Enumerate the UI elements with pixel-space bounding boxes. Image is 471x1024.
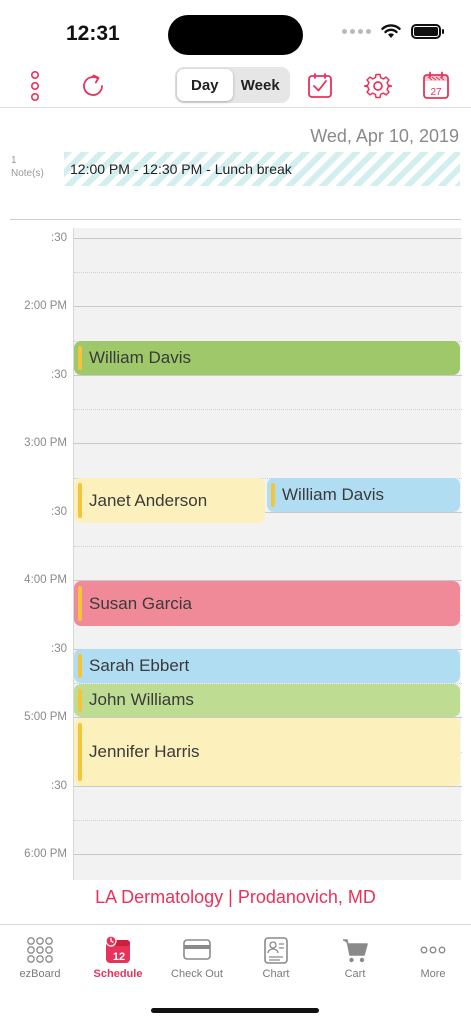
status-time: 12:31 xyxy=(66,22,120,45)
view-segmented-control: Day Week xyxy=(175,67,290,103)
tab-cart[interactable]: Cart xyxy=(316,933,394,985)
appointment-block[interactable]: William Davis xyxy=(74,341,460,375)
tab-label: Cart xyxy=(344,968,366,980)
grid-line xyxy=(74,786,462,787)
grid-line xyxy=(74,820,462,821)
appointment-marker xyxy=(78,483,82,518)
appointment-block[interactable]: Sarah Ebbert xyxy=(74,649,460,683)
appointment-marker xyxy=(78,689,82,712)
home-indicator xyxy=(151,1008,319,1013)
segment-week[interactable]: Week xyxy=(233,69,289,101)
more-vertical-button[interactable] xyxy=(17,68,53,104)
notes-count[interactable]: 1 Note(s) xyxy=(11,154,44,180)
time-label: 4:00 PM xyxy=(24,574,67,586)
grid-line xyxy=(74,443,462,444)
cart-icon xyxy=(340,935,370,965)
appointment-block[interactable]: John Williams xyxy=(74,684,460,717)
status-bar: 12:31 xyxy=(0,0,471,64)
grid-line xyxy=(74,272,462,273)
practice-name: LA Dermatology | Prodanovich, MD xyxy=(95,887,376,907)
tab-ezboard[interactable]: ezBoard xyxy=(1,933,79,985)
time-label: :30 xyxy=(51,232,67,244)
grid-line xyxy=(74,854,462,855)
card-icon xyxy=(182,935,212,965)
appointment-marker xyxy=(271,483,275,507)
appointment-block[interactable]: Jennifer Harris xyxy=(74,718,460,786)
battery-icon xyxy=(411,24,444,39)
settings-button[interactable] xyxy=(360,68,396,104)
wifi-icon xyxy=(381,24,401,38)
gear-icon xyxy=(364,73,392,99)
time-label: 2:00 PM xyxy=(24,300,67,312)
grid-line xyxy=(74,409,462,410)
appointment-name: William Davis xyxy=(89,348,191,367)
selected-date: Wed, Apr 10, 2019 xyxy=(310,126,459,146)
tab-chart[interactable]: Chart xyxy=(237,933,315,985)
time-label: 6:00 PM xyxy=(24,848,67,860)
appointment-block[interactable]: William Davis xyxy=(267,478,460,512)
tab-label: More xyxy=(420,968,446,980)
tab-label: Schedule xyxy=(93,968,143,980)
calendar-icon: 27 xyxy=(423,71,449,99)
time-label: 5:00 PM xyxy=(24,711,67,723)
appointment-name: Jennifer Harris xyxy=(89,742,200,761)
tab-label: Check Out xyxy=(171,968,223,980)
time-label: 3:00 PM xyxy=(24,437,67,449)
status-icons xyxy=(342,24,444,39)
tab-label: Chart xyxy=(262,968,290,980)
appointment-marker xyxy=(78,654,82,678)
time-label: :30 xyxy=(51,506,67,518)
notes-count-label: Note(s) xyxy=(11,168,44,179)
appointment-name: John Williams xyxy=(89,690,194,709)
appointment-name: William Davis xyxy=(282,485,384,504)
grid-line xyxy=(74,306,462,307)
time-label: :30 xyxy=(51,369,67,381)
tasks-button[interactable] xyxy=(302,68,338,104)
appointment-marker xyxy=(78,346,82,370)
schedule-badge: 12 xyxy=(113,951,125,963)
calendar-icon: 12 xyxy=(103,935,133,965)
signal-icon xyxy=(342,29,371,34)
calendar-day-number: 27 xyxy=(430,87,442,98)
appointment-marker xyxy=(78,723,82,781)
notes-count-number: 1 xyxy=(11,155,17,166)
grid-line xyxy=(74,546,462,547)
refresh-icon xyxy=(83,74,103,96)
tab-schedule[interactable]: 12 Schedule xyxy=(79,933,157,985)
chart-icon xyxy=(261,935,291,965)
note-item[interactable]: 12:00 PM - 12:30 PM - Lunch break xyxy=(64,152,460,186)
checkbox-icon xyxy=(308,73,332,98)
appointment-block[interactable]: Susan Garcia xyxy=(74,581,460,626)
time-label: :30 xyxy=(51,780,67,792)
appointment-name: Sarah Ebbert xyxy=(89,656,190,675)
grid-icon xyxy=(25,935,55,965)
grid-line xyxy=(74,375,462,376)
time-label: :30 xyxy=(51,643,67,655)
appointment-block[interactable]: Janet Anderson xyxy=(74,478,265,523)
grid-line xyxy=(74,238,462,239)
appointment-name: Janet Anderson xyxy=(89,491,208,510)
note-text: 12:00 PM - 12:30 PM - Lunch break xyxy=(70,161,292,177)
dynamic-island xyxy=(168,15,303,55)
tab-label: ezBoard xyxy=(19,968,61,980)
tab-checkout[interactable]: Check Out xyxy=(158,933,236,985)
calendar-today-button[interactable]: 27 xyxy=(418,68,454,104)
tab-more[interactable]: More xyxy=(394,933,471,985)
appointment-marker xyxy=(78,586,82,621)
more-vertical-icon xyxy=(30,70,40,101)
segment-day[interactable]: Day xyxy=(177,69,233,101)
appointment-name: Susan Garcia xyxy=(89,594,192,613)
toolbar: Day Week 27 xyxy=(0,64,471,108)
header-divider xyxy=(10,219,461,220)
more-icon xyxy=(418,935,448,965)
refresh-button[interactable] xyxy=(75,68,111,104)
